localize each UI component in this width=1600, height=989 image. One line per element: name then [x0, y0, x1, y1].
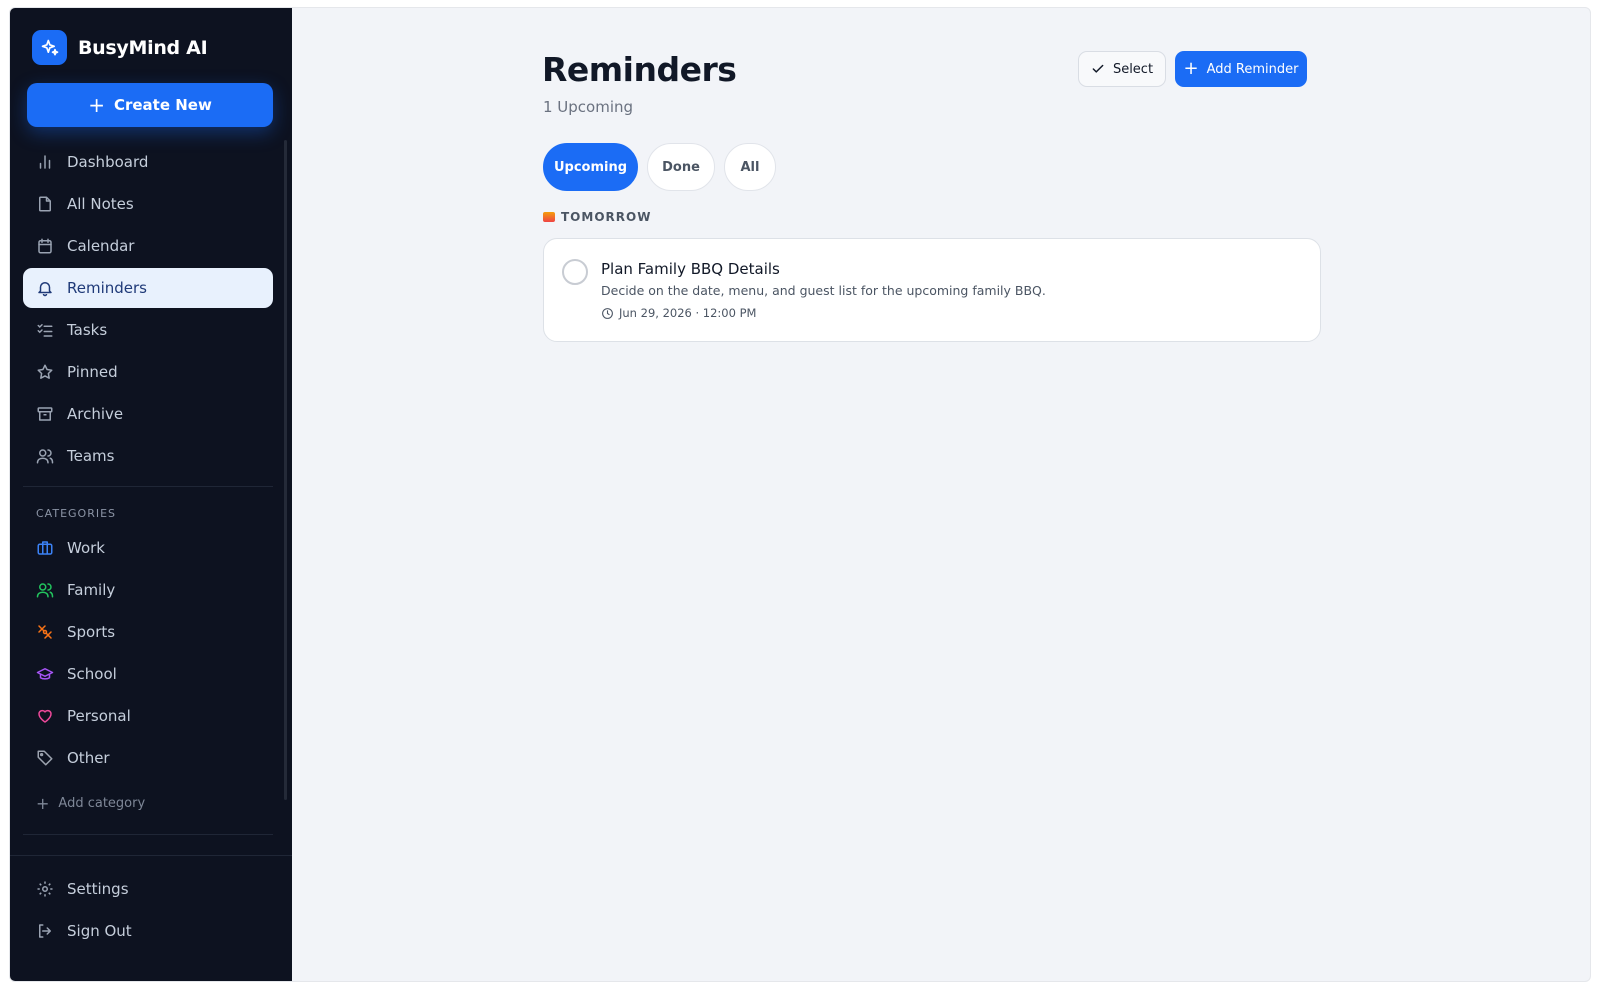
sidebar: BusyMind AI + Create New Dashboard All N… — [10, 8, 292, 981]
archive-icon — [37, 407, 53, 421]
category-label: Work — [67, 539, 105, 557]
category-item-school[interactable]: School — [23, 654, 273, 694]
briefcase-icon — [37, 541, 53, 555]
sidebar-item-label: Pinned — [67, 363, 118, 381]
tab-done[interactable]: Done — [647, 143, 715, 191]
reminder-card[interactable]: Plan Family BBQ Details Decide on the da… — [543, 238, 1321, 342]
group-heading: TOMORROW — [543, 210, 651, 224]
select-button[interactable]: Select — [1078, 51, 1166, 87]
category-label: Other — [67, 749, 110, 767]
brand[interactable]: BusyMind AI — [32, 30, 208, 65]
main-nav: Dashboard All Notes Calendar Reminders T… — [23, 142, 273, 478]
sidebar-item-calendar[interactable]: Calendar — [23, 226, 273, 266]
bar-chart-icon — [39, 155, 51, 169]
plus-icon: + — [36, 794, 50, 813]
sidebar-item-label: Reminders — [67, 279, 147, 297]
sidebar-item-label: Sign Out — [67, 922, 132, 940]
bell-icon — [38, 282, 52, 297]
sports-icon — [38, 625, 52, 639]
divider — [10, 855, 292, 856]
sidebar-footer: Settings Sign Out — [23, 869, 273, 953]
gear-icon — [37, 881, 53, 897]
reminder-title: Plan Family BBQ Details — [601, 260, 780, 278]
category-label: School — [67, 665, 117, 683]
brand-name: BusyMind AI — [78, 36, 208, 59]
sidebar-item-dashboard[interactable]: Dashboard — [23, 142, 273, 182]
reminder-datetime: Jun 29, 2026 · 12:00 PM — [601, 306, 756, 320]
complete-checkbox[interactable] — [562, 259, 588, 285]
users-icon — [36, 583, 54, 598]
category-label: Personal — [67, 707, 131, 725]
sidebar-item-label: Calendar — [67, 237, 135, 255]
create-new-label: Create New — [113, 96, 212, 114]
users-icon — [36, 449, 54, 464]
graduation-cap-icon — [36, 668, 54, 680]
reminder-datetime-text: Jun 29, 2026 · 12:00 PM — [619, 306, 757, 320]
sunrise-icon — [543, 212, 555, 222]
sidebar-item-all-notes[interactable]: All Notes — [23, 184, 273, 224]
page-title: Reminders — [542, 50, 737, 89]
sidebar-item-label: Settings — [67, 880, 129, 898]
sidebar-item-sign-out[interactable]: Sign Out — [23, 911, 273, 951]
add-reminder-label: Add Reminder — [1206, 61, 1299, 77]
app-window: BusyMind AI + Create New Dashboard All N… — [9, 7, 1591, 982]
reminder-description: Decide on the date, menu, and guest list… — [601, 283, 1046, 298]
plus-icon: + — [88, 93, 105, 117]
divider — [23, 486, 273, 487]
category-item-family[interactable]: Family — [23, 570, 273, 610]
category-item-sports[interactable]: Sports — [23, 612, 273, 652]
tag-icon — [37, 750, 53, 766]
category-label: Family — [67, 581, 116, 599]
add-category-label: Add category — [58, 796, 146, 811]
sidebar-item-reminders[interactable]: Reminders — [23, 268, 273, 308]
sidebar-item-pinned[interactable]: Pinned — [23, 352, 273, 392]
category-list: Work Family Sports School Personal Other — [23, 528, 273, 780]
sidebar-item-settings[interactable]: Settings — [23, 869, 273, 909]
sidebar-item-archive[interactable]: Archive — [23, 394, 273, 434]
sparkles-icon — [32, 30, 67, 65]
plus-icon: + — [1183, 58, 1199, 79]
add-category-button[interactable]: + Add category — [36, 794, 145, 813]
check-icon — [1092, 64, 1104, 73]
sign-out-icon — [39, 924, 51, 938]
checklist-icon — [37, 324, 53, 337]
category-item-personal[interactable]: Personal — [23, 696, 273, 736]
sidebar-item-teams[interactable]: Teams — [23, 436, 273, 476]
clock-icon — [602, 307, 613, 319]
file-icon — [39, 196, 51, 212]
sidebar-item-label: Teams — [67, 447, 115, 465]
sidebar-item-label: Dashboard — [67, 153, 149, 171]
heart-icon — [38, 709, 52, 723]
sidebar-scrollbar[interactable] — [284, 140, 287, 800]
filter-tabs: Upcoming Done All — [543, 143, 785, 191]
category-item-work[interactable]: Work — [23, 528, 273, 568]
calendar-icon — [38, 238, 52, 254]
divider — [23, 834, 273, 835]
category-label: Sports — [67, 623, 116, 641]
sidebar-item-label: Tasks — [67, 321, 108, 339]
add-reminder-button[interactable]: + Add Reminder — [1175, 51, 1307, 87]
category-item-other[interactable]: Other — [23, 738, 273, 778]
tab-upcoming[interactable]: Upcoming — [543, 143, 638, 191]
create-new-button[interactable]: + Create New — [27, 83, 273, 127]
tab-all[interactable]: All — [724, 143, 776, 191]
star-icon — [37, 364, 53, 379]
sidebar-item-tasks[interactable]: Tasks — [23, 310, 273, 350]
main-content: Reminders 1 Upcoming Select + Add Remind… — [292, 8, 1590, 981]
upcoming-count: 1 Upcoming — [543, 98, 634, 116]
sidebar-item-label: All Notes — [67, 195, 134, 213]
categories-heading: CATEGORIES — [36, 507, 117, 520]
select-label: Select — [1112, 61, 1154, 77]
sidebar-item-label: Archive — [67, 405, 124, 423]
group-label: TOMORROW — [561, 210, 652, 224]
